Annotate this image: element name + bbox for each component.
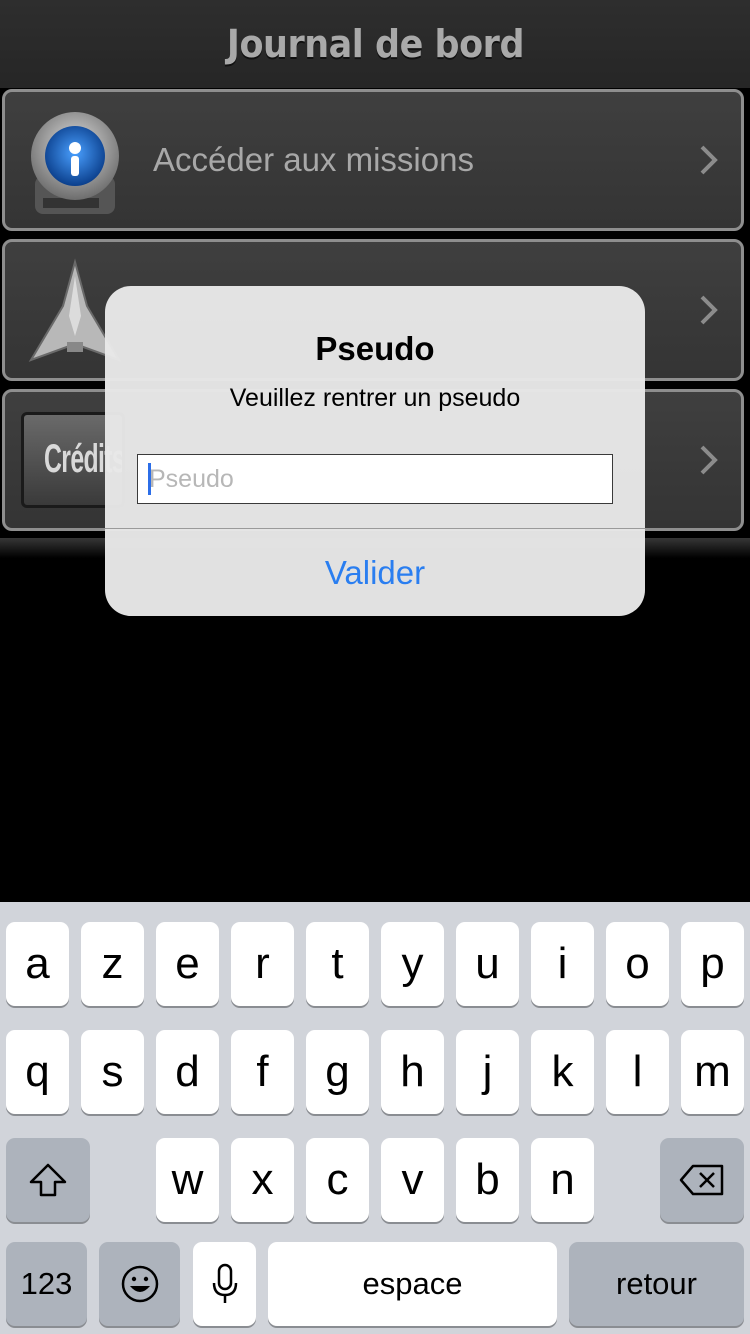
pseudo-input[interactable]: Pseudo xyxy=(137,454,613,504)
chevron-right-icon xyxy=(700,145,718,175)
emoji-icon xyxy=(121,1265,158,1303)
validate-button[interactable]: Valider xyxy=(105,529,645,616)
key-d[interactable]: d xyxy=(156,1030,219,1114)
pseudo-alert: Pseudo Veuillez rentrer un pseudo Pseudo… xyxy=(105,286,645,616)
numbers-key[interactable]: 123 xyxy=(6,1242,87,1326)
key-a[interactable]: a xyxy=(6,922,69,1006)
key-q[interactable]: q xyxy=(6,1030,69,1114)
key-w[interactable]: w xyxy=(156,1138,219,1222)
key-y[interactable]: y xyxy=(381,922,444,1006)
alert-message: Veuillez rentrer un pseudo xyxy=(229,384,521,412)
delete-icon xyxy=(679,1164,724,1196)
key-x[interactable]: x xyxy=(231,1138,294,1222)
key-l[interactable]: l xyxy=(606,1030,669,1114)
delete-key[interactable] xyxy=(660,1138,744,1222)
pseudo-input-placeholder: Pseudo xyxy=(149,465,234,493)
shift-icon xyxy=(29,1163,67,1197)
microphone-icon xyxy=(212,1263,237,1303)
key-h[interactable]: h xyxy=(381,1030,444,1114)
page-title: Journal de bord xyxy=(226,22,524,66)
chevron-right-icon xyxy=(700,445,718,475)
return-key[interactable]: retour xyxy=(569,1242,744,1326)
key-z[interactable]: z xyxy=(81,922,144,1006)
key-g[interactable]: g xyxy=(306,1030,369,1114)
key-j[interactable]: j xyxy=(456,1030,519,1114)
menu-item-missions[interactable]: Accéder aux missions xyxy=(2,89,744,231)
key-c[interactable]: c xyxy=(306,1138,369,1222)
alert-title: Pseudo xyxy=(315,330,435,367)
chevron-right-icon xyxy=(700,295,718,325)
key-v[interactable]: v xyxy=(381,1138,444,1222)
key-p[interactable]: p xyxy=(681,922,744,1006)
shift-key[interactable] xyxy=(6,1138,90,1222)
key-e[interactable]: e xyxy=(156,922,219,1006)
key-t[interactable]: t xyxy=(306,922,369,1006)
key-m[interactable]: m xyxy=(681,1030,744,1114)
dictation-key[interactable] xyxy=(193,1242,256,1326)
keyboard: a z e r t y u i o p q s d f g h j k l m … xyxy=(0,902,750,1334)
key-s[interactable]: s xyxy=(81,1030,144,1114)
key-i[interactable]: i xyxy=(531,922,594,1006)
key-b[interactable]: b xyxy=(456,1138,519,1222)
key-f[interactable]: f xyxy=(231,1030,294,1114)
podcast-icon xyxy=(31,112,119,214)
key-u[interactable]: u xyxy=(456,922,519,1006)
key-k[interactable]: k xyxy=(531,1030,594,1114)
key-r[interactable]: r xyxy=(231,922,294,1006)
nav-bar: Journal de bord xyxy=(0,0,750,88)
key-o[interactable]: o xyxy=(606,922,669,1006)
menu-item-label: Accéder aux missions xyxy=(153,141,474,178)
emoji-key[interactable] xyxy=(99,1242,180,1326)
space-key[interactable]: espace xyxy=(268,1242,557,1326)
key-n[interactable]: n xyxy=(531,1138,594,1222)
text-cursor xyxy=(148,463,151,495)
